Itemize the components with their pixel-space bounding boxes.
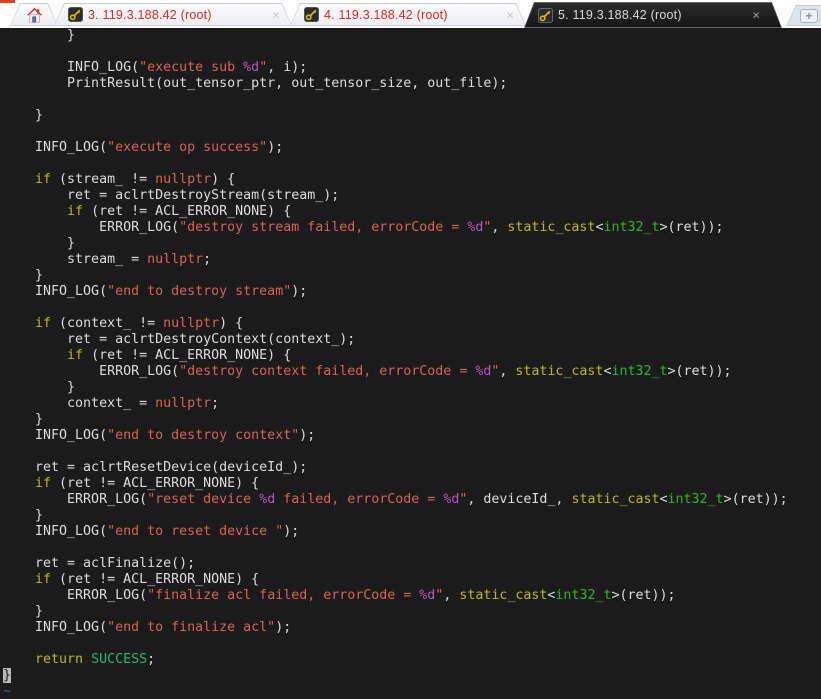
code-line: ret = aclFinalize(); — [3, 556, 196, 571]
close-icon[interactable]: × — [752, 9, 760, 22]
code-line: INFO_LOG("execute op success"); — [3, 140, 284, 155]
code-line: stream_ = nullptr; — [3, 252, 212, 267]
code-line: ~ — [3, 684, 821, 699]
code-line: PrintResult(out_tensor_ptr, out_tensor_s… — [3, 76, 508, 91]
code-line: INFO_LOG("end to finalize acl"); — [3, 620, 292, 635]
code-line: INFO_LOG("end to destroy stream"); — [3, 284, 308, 299]
close-icon[interactable]: × — [506, 8, 514, 21]
tab-label: 4. 119.3.188.42 (root) — [324, 7, 448, 22]
tab-session-3[interactable]: 3. 119.3.188.42 (root) × — [54, 3, 292, 26]
code-line: INFO_LOG("end to destroy context"); — [3, 428, 316, 443]
close-icon[interactable]: × — [272, 8, 280, 21]
code-line: ERROR_LOG("finalize acl failed, errorCod… — [3, 588, 676, 603]
code-line: ret = aclrtDestroyStream(stream_); — [3, 188, 340, 203]
key-icon — [538, 7, 553, 23]
code-line: } — [3, 28, 76, 43]
code-line: return SUCCESS; — [35, 652, 156, 667]
code-line: if (ret != ACL_ERROR_NONE) { — [35, 572, 260, 587]
code-line: ret = aclrtDestroyContext(context_); — [3, 332, 356, 347]
plus-icon: + — [800, 8, 818, 23]
code-line: } — [3, 380, 76, 395]
tab-session-5-active[interactable]: 5. 119.3.188.42 (root) × — [524, 2, 782, 28]
terminal-viewport[interactable]: } INFO_LOG("execute sub %d", i); PrintRe… — [0, 28, 821, 699]
code-line: ERROR_LOG("reset device %d failed, error… — [3, 492, 788, 507]
code-content: } INFO_LOG("execute sub %d", i); PrintRe… — [0, 28, 821, 699]
home-icon — [26, 7, 42, 23]
tab-session-4[interactable]: 4. 119.3.188.42 (root) × — [290, 3, 526, 26]
code-line: ERROR_LOG("destroy stream failed, errorC… — [3, 220, 724, 235]
vim-tilde-marker: ~ — [3, 684, 12, 699]
key-icon — [68, 7, 83, 22]
code-line: } — [3, 668, 821, 684]
code-line: context_ = nullptr; — [3, 396, 220, 411]
vim-block-cursor: } — [3, 668, 12, 683]
tab-label: 3. 119.3.188.42 (root) — [88, 7, 212, 22]
code-line: ret = aclrtResetDevice(deviceId_); — [3, 460, 308, 475]
terminal-window: 3. 119.3.188.42 (root) × 4. 119.3.188.42… — [0, 0, 821, 699]
code-line: ERROR_LOG("destroy context failed, error… — [3, 364, 732, 379]
key-icon — [304, 7, 319, 22]
code-line: } — [3, 508, 44, 523]
code-line: INFO_LOG("end to reset device "); — [3, 524, 300, 539]
code-line: } — [3, 108, 44, 123]
code-line: } — [3, 412, 44, 427]
home-tab[interactable] — [10, 3, 58, 26]
new-tab-button[interactable]: + — [786, 5, 821, 26]
code-line: } — [3, 604, 44, 619]
tab-label: 5. 119.3.188.42 (root) — [558, 8, 682, 22]
code-line: if (context_ != nullptr) { — [35, 316, 244, 331]
code-line: INFO_LOG("execute sub %d", i); — [3, 60, 308, 75]
code-line: } — [3, 236, 76, 251]
code-line: if (stream_ != nullptr) { — [35, 172, 236, 187]
code-line: if (ret != ACL_ERROR_NONE) { — [35, 476, 260, 491]
tab-bar: 3. 119.3.188.42 (root) × 4. 119.3.188.42… — [0, 0, 821, 28]
code-line: } — [3, 268, 44, 283]
code-line: if (ret != ACL_ERROR_NONE) { — [67, 348, 292, 363]
code-line: if (ret != ACL_ERROR_NONE) { — [67, 204, 292, 219]
